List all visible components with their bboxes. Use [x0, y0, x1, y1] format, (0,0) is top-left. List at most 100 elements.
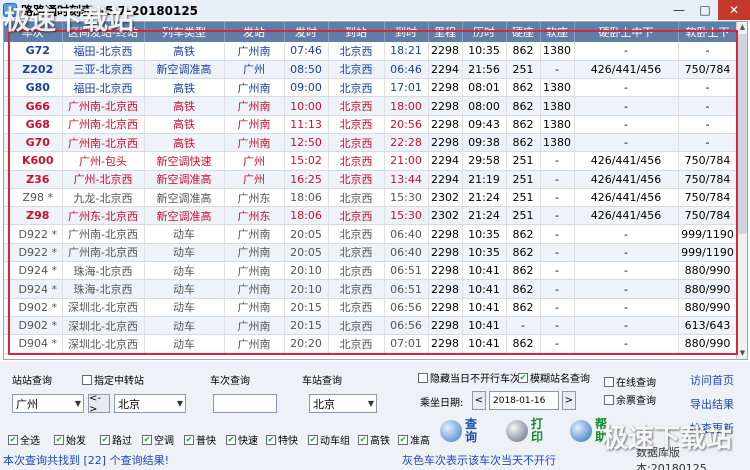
table-row[interactable]: D922 * 广州南-北京西 动车 广州南 20:05 北京西 06:40 2298 10:35… [4, 224, 738, 244]
column-header[interactable]: 车次 [4, 22, 63, 42]
cell-section: 珠海-北京西 [62, 261, 145, 281]
cell-section: 广州南-北京西 [62, 224, 145, 244]
to-station-select[interactable]: 北京 ▼ [114, 394, 186, 413]
table-row[interactable]: G72 福田-北京西 高铁 广州南 07:46 北京西 18:21 2298 10:35 862 1… [4, 42, 738, 61]
filter-checkbox[interactable]: ✔ 准高 [398, 432, 430, 447]
cell-train: D904 * [4, 334, 63, 354]
print-button[interactable]: 打印 [506, 418, 545, 444]
prev-date-button[interactable]: < [472, 391, 486, 410]
filter-checkbox[interactable]: ✔ 始发 [54, 432, 86, 447]
column-header[interactable]: 硬座 [506, 22, 541, 42]
column-header[interactable]: 到站 [328, 22, 385, 42]
cell-dur: 10:35 [462, 243, 507, 263]
scroll-thumb[interactable] [738, 34, 747, 234]
cell-type: 高铁 [144, 42, 225, 61]
cell-soft-seat: 1380 [540, 42, 575, 61]
table-row[interactable]: D902 * 深圳北-北京西 动车 广州南 20:15 北京西 06:56 2298 10:41… [4, 316, 738, 336]
column-header[interactable]: 到时 [384, 22, 429, 42]
table-row[interactable]: D904 * 深圳北-北京西 动车 广州南 20:20 北京西 07:01 2298 10:41… [4, 334, 738, 354]
vertical-scrollbar[interactable]: ▲ ▼ [736, 22, 747, 359]
table-row[interactable]: G80 福田-北京西 高铁 广州南 09:00 北京西 17:01 2298 08:01 862 1… [4, 78, 738, 98]
from-station-select[interactable]: 广州 ▼ [12, 394, 84, 413]
column-header[interactable]: 区间发站-终站 [62, 22, 145, 42]
fuzzy-search-checkbox[interactable]: ✔ 模糊站名查询 [518, 370, 590, 385]
swap-stations-button[interactable]: <-> [88, 393, 110, 415]
minimize-button[interactable]: — [666, 0, 692, 20]
filter-checkbox[interactable]: ✔ 特快 [266, 432, 298, 447]
filter-checkbox[interactable]: ✔ 高铁 [358, 432, 390, 447]
table-row[interactable]: G66 广州南-北京西 高铁 广州南 10:00 北京西 18:00 2298 08:00 862… [4, 96, 738, 116]
cell-to: 北京西 [328, 151, 385, 171]
filter-checkbox[interactable]: ✔ 全选 [8, 432, 40, 447]
table-row[interactable]: Z36 广州-北京西 新空调准高 广州 16:25 北京西 13:44 2294 21:19 25… [4, 170, 738, 189]
column-header[interactable]: 软座 [540, 22, 575, 42]
hide-nonrunning-checkbox[interactable]: 隐藏当日不开行车次 [418, 370, 520, 385]
query-button[interactable]: 查询 [440, 418, 479, 444]
filter-checkbox[interactable]: ✔ 快速 [226, 432, 258, 447]
help-button[interactable]: 帮助 [570, 418, 609, 444]
train-number-input[interactable] [213, 394, 277, 413]
table-row[interactable]: D924 * 珠海-北京西 动车 广州南 20:10 北京西 06:51 2298 10:41 8… [4, 261, 738, 281]
cell-hard-seat: 862 [506, 224, 541, 244]
table-row[interactable]: D924 * 珠海-北京西 动车 广州南 20:10 北京西 06:51 2298 10:41 8… [4, 279, 738, 299]
cell-hard-sleeper: - [574, 115, 679, 134]
table-row[interactable]: Z202 三亚-北京西 新空调准高 广州 08:50 北京西 06:46 2294 21:56 2… [4, 60, 738, 80]
cell-hard-seat: 251 [506, 206, 541, 226]
table-row[interactable]: G70 广州南-北京西 高铁 广州南 12:50 北京西 22:28 2298 09:38 862… [4, 133, 738, 153]
filter-checkbox[interactable]: ✔ 路过 [100, 432, 132, 447]
table-row[interactable]: D902 * 深圳北-北京西 动车 广州南 20:15 北京西 06:56 2298 10:41… [4, 298, 738, 317]
filter-checkbox[interactable]: ✔ 空调 [142, 432, 174, 447]
export-link[interactable]: 导出结果 [690, 396, 734, 412]
home-link[interactable]: 访问首页 [690, 372, 734, 388]
filter-checkbox[interactable]: ✔ 普快 [184, 432, 216, 447]
date-picker[interactable]: 2018-01-16 [489, 391, 559, 410]
cell-hard-sleeper: - [574, 334, 679, 354]
check-icon: ✔ [184, 434, 194, 445]
cell-train: G80 [4, 78, 63, 98]
online-query-checkbox[interactable]: 在线查询 [604, 374, 656, 389]
cell-to: 北京西 [328, 115, 385, 134]
column-header[interactable]: 软卧上下 [678, 22, 738, 42]
close-button[interactable]: ✕ [718, 0, 750, 20]
station-query2-label: 车站查询 [302, 376, 342, 387]
window-title: 路路通时刻表 v5.7-20180125 [21, 3, 199, 18]
table-row[interactable]: Z98 广州东-北京西 新空调准高 广州东 18:06 北京西 15:30 2302 21:24… [4, 206, 738, 226]
column-header[interactable]: 里程 [428, 22, 463, 42]
to-station-value: 北京 [118, 397, 140, 411]
cell-arr: 06:40 [384, 243, 429, 263]
filter-label: 全选 [20, 436, 40, 447]
column-header[interactable]: 列车类型 [144, 22, 225, 42]
cell-section: 广州南-北京西 [62, 133, 145, 153]
cell-dep: 18:06 [284, 188, 329, 208]
column-header[interactable]: 发时 [284, 22, 329, 42]
transfer-checkbox[interactable]: 指定中转站 [82, 372, 144, 387]
table-row[interactable]: D922 * 广州南-北京西 动车 广州南 20:05 北京西 06:40 2298 10:35… [4, 243, 738, 263]
column-header[interactable]: 硬卧上中下 [574, 22, 679, 42]
cell-train: G72 [4, 42, 63, 61]
column-header[interactable]: 历时 [462, 22, 507, 42]
cell-section: 三亚-北京西 [62, 60, 145, 80]
cell-arr: 15:30 [384, 188, 429, 208]
table-row[interactable]: K600 广州-包头 新空调快速 广州 15:02 北京西 21:00 2294 29:58 25… [4, 151, 738, 171]
cell-dep: 11:13 [284, 115, 329, 134]
ticket-query-checkbox[interactable]: 余票查询 [604, 392, 656, 407]
table-row[interactable]: G68 广州南-北京西 高铁 广州南 11:13 北京西 20:56 2298 09:43 862… [4, 115, 738, 134]
filter-checkbox[interactable]: ✔ 动车组 [308, 432, 350, 447]
cell-soft-sleeper: - [678, 96, 738, 116]
checkbox-box [82, 374, 92, 385]
update-link[interactable]: 检查更新 [690, 420, 734, 436]
cell-hard-sleeper: - [574, 243, 679, 263]
scroll-down-icon[interactable]: ▼ [737, 348, 747, 359]
station-select[interactable]: 北京 ▼ [309, 394, 377, 413]
maximize-button[interactable]: □ [692, 0, 718, 20]
cell-to: 北京西 [328, 78, 385, 98]
column-header[interactable]: 发站 [224, 22, 285, 42]
scroll-up-icon[interactable]: ▲ [737, 22, 747, 33]
cell-dep: 20:10 [284, 279, 329, 299]
cell-dur: 08:01 [462, 78, 507, 98]
next-date-button[interactable]: > [562, 391, 576, 410]
cell-train: D902 * [4, 316, 63, 336]
timetable-table: 车次 区间发站-终站 列车类型 发站 发时 到站 到时 里程 历时 硬座 软座 硬卧上中下 软卧上下 G… [4, 22, 738, 354]
check-icon: ✔ [358, 434, 368, 445]
table-row[interactable]: Z98 * 九龙-北京西 新空调准高 广州东 18:06 北京西 15:30 2302 21:2… [4, 188, 738, 208]
